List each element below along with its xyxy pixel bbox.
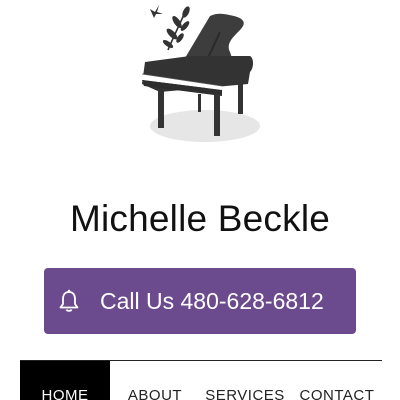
nav-item-contact[interactable]: CONTACT	[292, 361, 382, 400]
nav-item-home[interactable]: HOME	[20, 361, 110, 400]
call-us-button[interactable]: Call Us 480-628-6812	[44, 268, 356, 334]
grand-piano-logo-icon	[141, 5, 260, 142]
nav-item-services[interactable]: SERVICES	[200, 361, 290, 400]
site-title: Michelle Beckle	[69, 198, 331, 239]
call-us-label: Call Us 480-628-6812	[100, 288, 324, 314]
page: Michelle Beckle Call Us 480-628-6812 HOM…	[0, 0, 400, 400]
bell-icon	[59, 289, 79, 312]
main-nav: HOME ABOUT SERVICES CONTACT	[20, 361, 382, 400]
nav-item-about[interactable]: ABOUT	[110, 361, 200, 400]
